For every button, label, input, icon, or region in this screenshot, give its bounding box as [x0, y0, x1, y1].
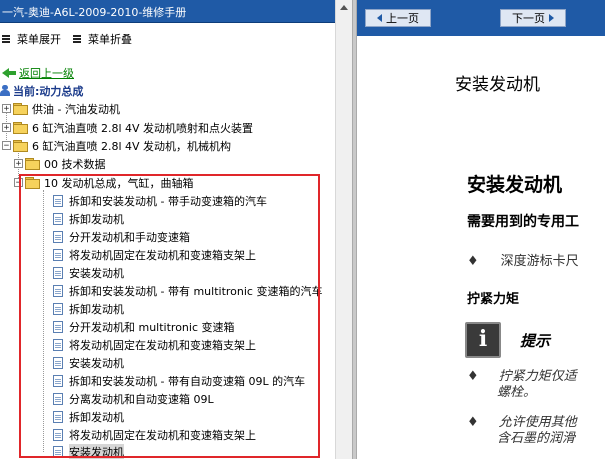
tip-list-item: ♦ 拧紧力矩仅适 螺栓。 [467, 369, 577, 400]
tree-node[interactable]: + 00 技术数据 [14, 155, 106, 172]
expand-menu-button[interactable]: 菜单展开 [2, 31, 61, 47]
back-link-label: 返回上一级 [19, 66, 74, 80]
tree-pane: 一汽-奥迪-A6L-2009-2010-维修手册 菜单展开 菜单折叠 返回上一级… [0, 0, 335, 459]
page-heading-top: 安装发动机 [455, 75, 540, 95]
current-location: 当前:动力总成 [0, 82, 83, 99]
left-arrow-icon [377, 14, 382, 22]
list-icon [2, 34, 11, 44]
content-pane: 上一页 下一页 安装发动机 安装发动机 需要用到的专用工 ♦ 深度游标卡尺 拧紧力… [357, 0, 605, 459]
tree-node-label: 6 缸汽油直喷 2.8l 4V 发动机，机械机构 [32, 139, 232, 153]
tip-text-line2: 螺栓。 [497, 385, 537, 400]
expand-menu-label: 菜单展开 [17, 33, 61, 46]
tool-list-label: 深度游标卡尺 [500, 254, 579, 269]
folder-icon [13, 122, 28, 134]
expand-toggle-icon[interactable]: + [2, 104, 11, 114]
tree-node-label: 6 缸汽油直喷 2.8l 4V 发动机喷射和点火装置 [32, 121, 254, 135]
tree-node-label: 00 技术数据 [44, 157, 106, 171]
folder-icon [13, 103, 28, 115]
folder-open-icon [13, 140, 28, 152]
scroll-up-icon[interactable] [340, 5, 348, 10]
collapse-toggle-icon[interactable]: − [2, 141, 11, 151]
folder-icon [25, 158, 40, 170]
tree-node[interactable]: + 6 缸汽油直喷 2.8l 4V 发动机喷射和点火装置 [2, 119, 253, 136]
tool-list-item: ♦ 深度游标卡尺 [467, 254, 579, 269]
special-tools-heading: 需要用到的专用工 [467, 214, 579, 230]
next-page-button[interactable]: 下一页 [500, 9, 566, 27]
torque-heading: 拧紧力矩 [467, 292, 520, 307]
manual-title: 一汽-奥迪-A6L-2009-2010-维修手册 [2, 6, 187, 19]
user-icon [0, 85, 10, 96]
back-link[interactable]: 返回上一级 [2, 64, 74, 81]
list-icon [73, 34, 82, 44]
back-arrow-icon [2, 67, 16, 78]
tip-text-line2: 含石墨的润滑 [497, 431, 576, 446]
current-location-label: 当前:动力总成 [13, 84, 84, 98]
menu-toolbar: 菜单展开 菜单折叠 [0, 23, 335, 53]
collapse-menu-button[interactable]: 菜单折叠 [73, 31, 132, 47]
page-heading: 安装发动机 [467, 174, 563, 196]
tree-node[interactable]: + 供油 - 汽油发动机 [2, 100, 120, 117]
tip-list-item: ♦ 允许使用其他 含石墨的润滑 [467, 415, 577, 446]
tree-node[interactable]: − 6 缸汽油直喷 2.8l 4V 发动机，机械机构 [2, 137, 231, 154]
prev-page-label: 上一页 [386, 12, 419, 25]
tree-node-label: 供油 - 汽油发动机 [32, 102, 120, 116]
tip-heading: 提示 [520, 332, 551, 350]
expand-toggle-icon[interactable]: + [2, 123, 11, 133]
right-arrow-icon [549, 14, 554, 22]
tree-scrollbar[interactable] [335, 0, 352, 459]
tip-text-line1: 拧紧力矩仅适 [498, 369, 577, 384]
page-nav-bar: 上一页 下一页 [357, 0, 605, 36]
manual-title-bar: 一汽-奥迪-A6L-2009-2010-维修手册 [0, 0, 335, 23]
next-page-label: 下一页 [512, 12, 545, 25]
highlight-box [19, 174, 320, 458]
prev-page-button[interactable]: 上一页 [365, 9, 431, 27]
info-icon [465, 322, 501, 358]
collapse-menu-label: 菜单折叠 [88, 33, 132, 46]
expand-toggle-icon[interactable]: + [14, 159, 23, 169]
tip-text-line1: 允许使用其他 [498, 415, 577, 430]
